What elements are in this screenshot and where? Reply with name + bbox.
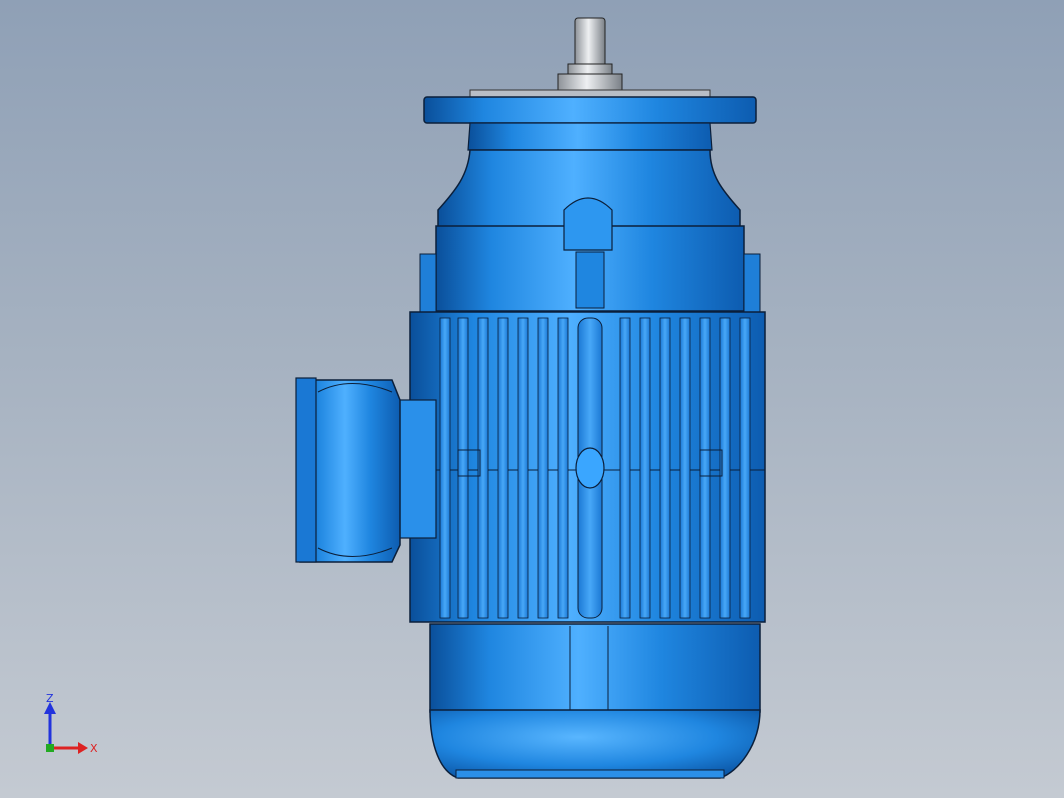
motor-model[interactable] [0, 0, 1064, 798]
motor-shaft[interactable] [469, 17, 711, 99]
cooling-fin [679, 317, 691, 619]
x-axis-arrow [78, 742, 88, 754]
cooling-fin [517, 317, 529, 619]
cooling-fin [619, 317, 631, 619]
y-axis-marker [46, 744, 54, 752]
cooling-fin [659, 317, 671, 619]
fan-cover[interactable] [429, 623, 761, 779]
coordinate-triad: Z X [44, 692, 98, 755]
graphics-viewport[interactable]: Z X [0, 0, 1064, 798]
cooling-fin [497, 317, 509, 619]
cooling-fin [439, 317, 451, 619]
cooling-fin [739, 317, 751, 619]
x-axis-label: X [90, 742, 98, 755]
z-axis-label: Z [46, 692, 54, 705]
cooling-fin [537, 317, 549, 619]
terminal-box[interactable] [295, 377, 437, 563]
end-shield-top[interactable] [419, 149, 761, 313]
stator-housing[interactable] [409, 311, 766, 623]
cooling-fin [699, 317, 711, 619]
motor-flange[interactable] [423, 96, 757, 151]
cooling-fin [557, 317, 569, 619]
cooling-fin [639, 317, 651, 619]
cooling-fin [457, 317, 469, 619]
